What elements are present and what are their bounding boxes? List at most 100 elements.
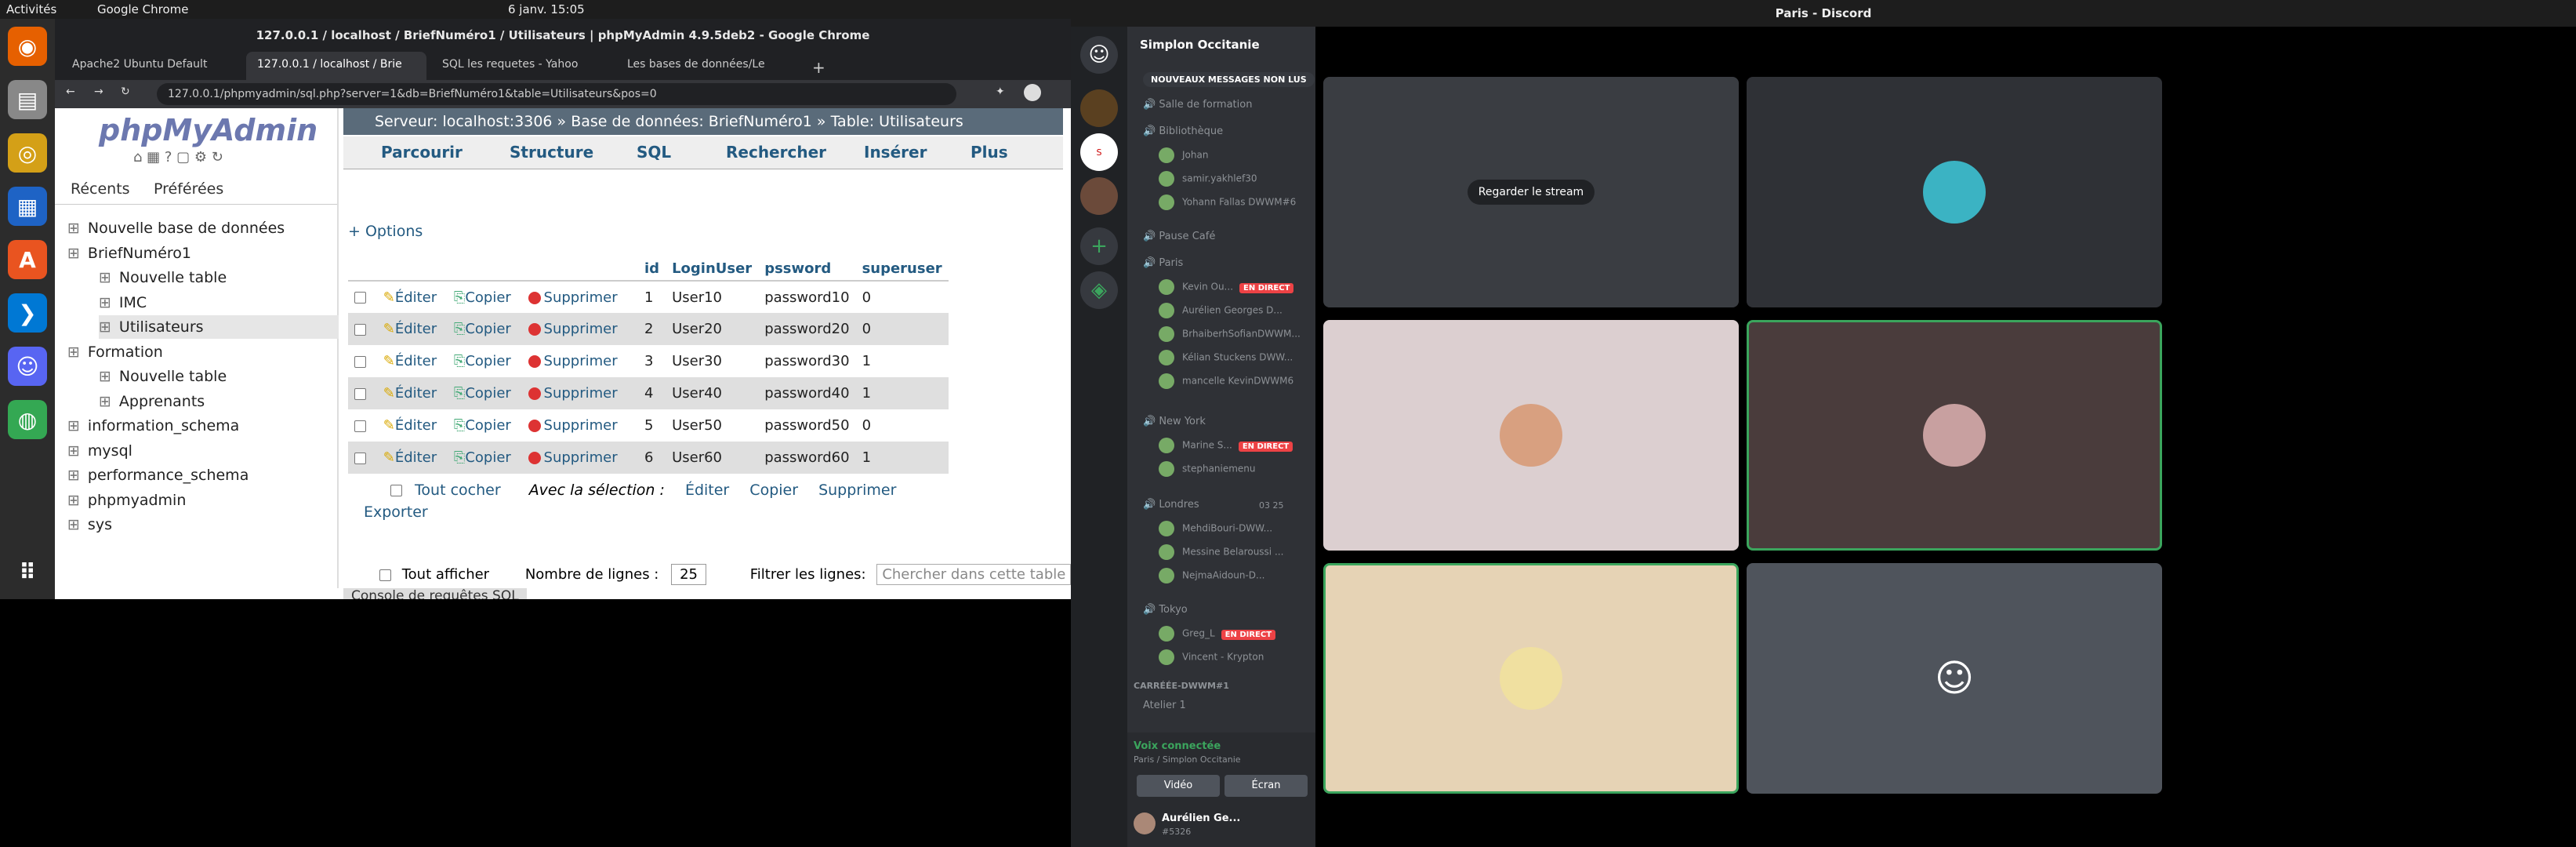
screen-button[interactable]: Écran: [1225, 775, 1308, 797]
activities-button[interactable]: Activités: [6, 2, 56, 16]
server-icon-1[interactable]: [1080, 89, 1118, 127]
voice-channel[interactable]: 🔊 Londres: [1143, 499, 1199, 511]
col-pssword[interactable]: pssword: [758, 257, 856, 282]
show-all-label[interactable]: Tout afficher: [402, 566, 489, 583]
voice-user[interactable]: Greg_L EN DIRECT: [1159, 626, 1276, 642]
cell-id[interactable]: 5: [638, 409, 666, 442]
voice-user[interactable]: Vincent - Krypton: [1159, 649, 1264, 665]
check-all-box[interactable]: [390, 485, 402, 496]
pma-logo[interactable]: phpMyAdmin: [99, 113, 317, 147]
voice-user[interactable]: Kevin Ou... EN DIRECT: [1159, 279, 1294, 295]
new-tab-icon[interactable]: +: [801, 52, 833, 80]
voice-user[interactable]: Marine S... EN DIRECT: [1159, 438, 1293, 453]
tile-user-2[interactable]: [1747, 77, 2162, 307]
row-delete[interactable]: Supprimer: [544, 449, 618, 466]
tab-yahoo[interactable]: SQL les requetes - Yahoo: [431, 52, 611, 80]
tree-item[interactable]: ⊞ mysql: [67, 439, 339, 463]
tree-item[interactable]: ⊞ Formation: [67, 340, 339, 364]
voice-user[interactable]: Kélian Stuckens DWW...: [1159, 350, 1293, 365]
sql-console-bar[interactable]: Console de requêtes SQL: [343, 588, 527, 599]
add-server-icon[interactable]: +: [1080, 227, 1118, 265]
row-copy[interactable]: Copier: [465, 417, 510, 434]
col-login[interactable]: LoginUser: [666, 257, 759, 282]
new-messages-pill[interactable]: NOUVEAUX MESSAGES NON LUS: [1143, 72, 1315, 87]
files-icon[interactable]: ▤: [8, 80, 47, 119]
voice-user[interactable]: Yohann Fallas DWWM#6: [1159, 194, 1296, 210]
bulk-edit[interactable]: Éditer: [685, 482, 729, 499]
cell-password[interactable]: password60: [758, 442, 856, 474]
cell-superuser[interactable]: 0: [855, 313, 949, 345]
row-checkbox[interactable]: [354, 323, 366, 336]
active-app-menu[interactable]: Google Chrome: [97, 2, 189, 16]
watch-stream-button[interactable]: Regarder le stream: [1467, 180, 1595, 205]
tab-inserer[interactable]: Insérer: [864, 143, 927, 162]
cell-password[interactable]: password20: [758, 313, 856, 345]
cell-superuser[interactable]: 1: [855, 345, 949, 377]
voice-channel[interactable]: 🔊 Pause Café: [1143, 231, 1215, 242]
tab-databases[interactable]: Les bases de données/Le: [616, 52, 796, 80]
filter-input[interactable]: Chercher dans cette table: [876, 564, 1071, 585]
voice-user[interactable]: mancelle KevinDWWM6: [1159, 373, 1293, 389]
tile-user-5[interactable]: [1323, 563, 1739, 794]
tree-item[interactable]: ⊞ Nouvelle table: [99, 365, 339, 388]
tab-apache[interactable]: Apache2 Ubuntu Default: [61, 52, 241, 80]
tree-item[interactable]: ⊞ Nouvelle base de données: [67, 216, 339, 240]
crumb-server[interactable]: Serveur: localhost:3306: [375, 113, 553, 130]
nb-rows-select[interactable]: 25: [671, 564, 707, 585]
cell-superuser[interactable]: 1: [855, 377, 949, 409]
voice-channel[interactable]: 🔊 Salle de formation: [1143, 99, 1252, 111]
voice-user[interactable]: MehdiBouri-DWW...: [1159, 521, 1272, 536]
row-edit[interactable]: Éditer: [395, 449, 437, 466]
tile-user-6[interactable]: ☺: [1747, 563, 2162, 794]
voice-user[interactable]: Aurélien Georges D...: [1159, 303, 1283, 318]
server-icon-simplon[interactable]: S: [1080, 133, 1118, 171]
url-bar[interactable]: 127.0.0.1/phpmyadmin/sql.php?server=1&db…: [157, 83, 956, 105]
col-superuser[interactable]: superuser: [855, 257, 949, 282]
tree-item[interactable]: ⊞ performance_schema: [67, 463, 339, 487]
favorites-tab[interactable]: Préférées: [154, 180, 223, 198]
row-edit[interactable]: Éditer: [395, 321, 437, 337]
firefox-icon[interactable]: ◉: [8, 27, 47, 66]
row-copy[interactable]: Copier: [465, 449, 510, 466]
cell-password[interactable]: password10: [758, 281, 856, 313]
clock[interactable]: 6 janv. 15:05: [508, 2, 585, 16]
apps-grid-icon[interactable]: ⠿: [8, 552, 47, 591]
cell-superuser[interactable]: 1: [855, 442, 949, 474]
cell-id[interactable]: 1: [638, 281, 666, 313]
row-copy[interactable]: Copier: [465, 353, 510, 369]
cell-id[interactable]: 2: [638, 313, 666, 345]
tile-user-4[interactable]: [1747, 320, 2162, 551]
crumb-table[interactable]: Table: Utilisateurs: [831, 113, 963, 130]
cell-password[interactable]: password50: [758, 409, 856, 442]
tab-rechercher[interactable]: Rechercher: [726, 143, 826, 162]
tree-item[interactable]: ⊞ IMC: [99, 291, 339, 314]
nav-icons[interactable]: ⌂ ▦ ? ▢ ⚙ ↻: [133, 149, 223, 165]
writer-icon[interactable]: ▦: [8, 187, 47, 226]
voice-channel[interactable]: 🔊 Tokyo: [1143, 604, 1188, 616]
tree-item[interactable]: ⊞ Nouvelle table: [99, 266, 339, 289]
voice-channel[interactable]: 🔊 Paris: [1143, 257, 1183, 269]
text-channel[interactable]: Atelier 1: [1143, 700, 1186, 711]
voice-connected[interactable]: Voix connectée: [1134, 740, 1221, 752]
cell-id[interactable]: 3: [638, 345, 666, 377]
voice-user[interactable]: Messine Belaroussi ...: [1159, 544, 1283, 560]
export-link[interactable]: Exporter: [364, 503, 428, 521]
row-copy[interactable]: Copier: [465, 385, 510, 402]
row-delete[interactable]: Supprimer: [544, 417, 618, 434]
tree-item[interactable]: ⊞ information_schema: [67, 414, 339, 438]
reload-icon[interactable]: ↻: [121, 85, 130, 98]
row-delete[interactable]: Supprimer: [544, 385, 618, 402]
row-delete[interactable]: Supprimer: [544, 289, 618, 306]
server-icon-3[interactable]: [1080, 177, 1118, 215]
recent-tab[interactable]: Récents: [71, 180, 130, 198]
voice-user[interactable]: Johan: [1159, 147, 1208, 163]
cell-login[interactable]: User30: [666, 345, 759, 377]
row-checkbox[interactable]: [354, 387, 366, 400]
row-checkbox[interactable]: [354, 355, 366, 368]
bulk-copy[interactable]: Copier: [749, 482, 798, 499]
tree-item[interactable]: ⊞ Utilisateurs: [99, 315, 339, 339]
row-edit[interactable]: Éditer: [395, 289, 437, 306]
col-id[interactable]: id: [638, 257, 666, 282]
cell-login[interactable]: User60: [666, 442, 759, 474]
row-edit[interactable]: Éditer: [395, 417, 437, 434]
